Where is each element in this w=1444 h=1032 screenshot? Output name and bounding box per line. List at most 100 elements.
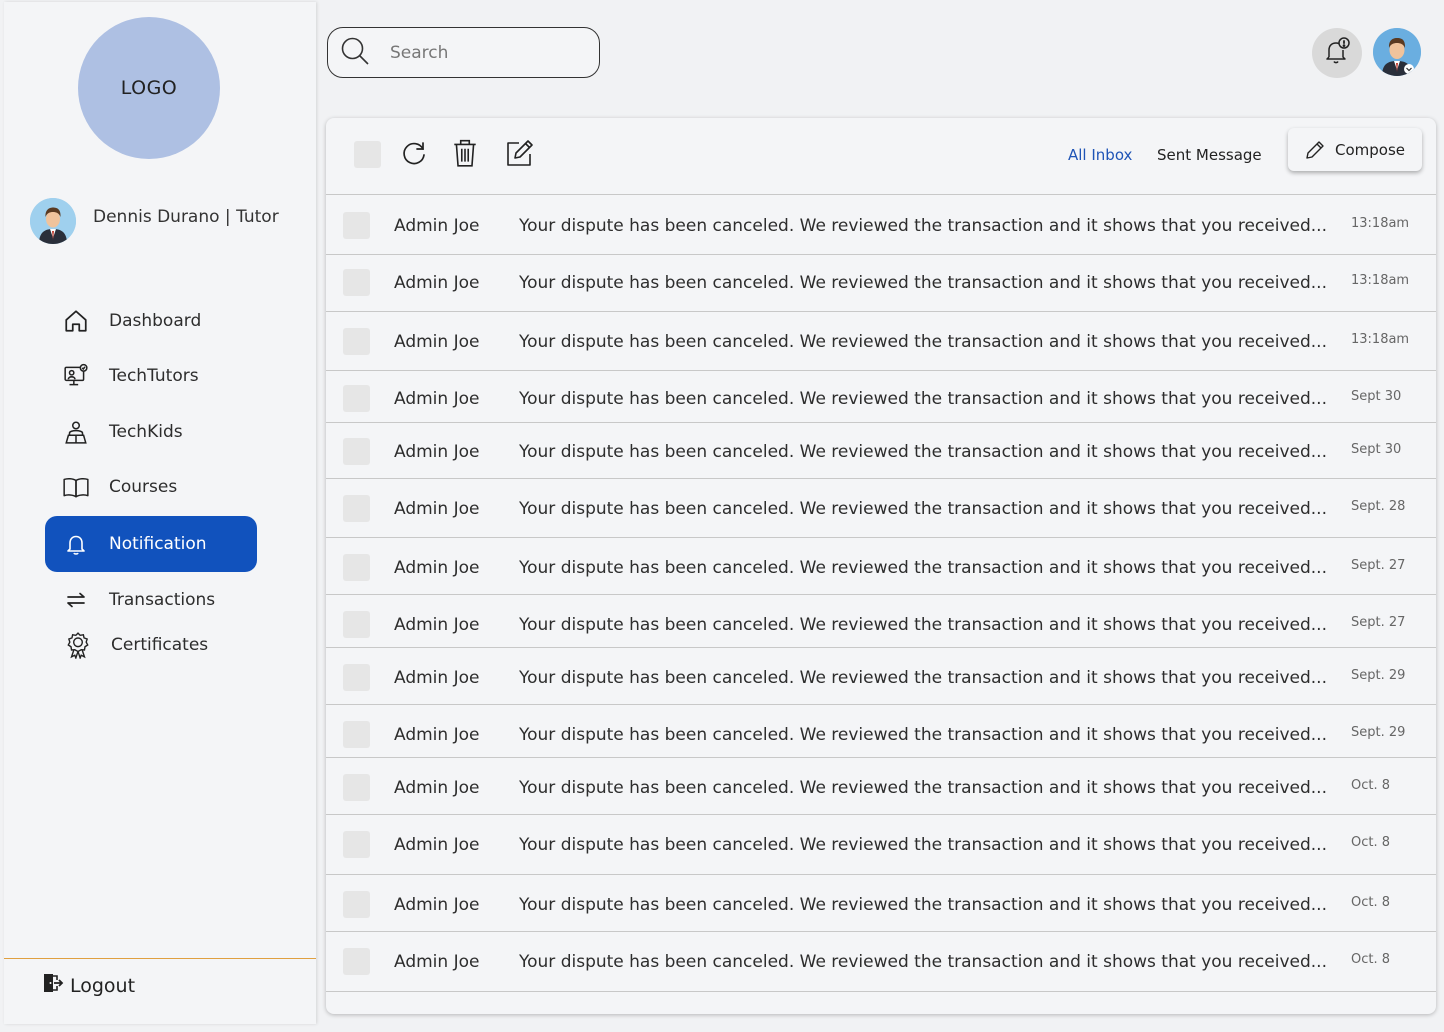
user-avatar[interactable]: [30, 198, 76, 244]
row-checkbox[interactable]: [343, 774, 370, 801]
message-sender: Admin Joe: [394, 725, 480, 745]
message-preview: Your dispute has been canceled. We revie…: [519, 725, 1327, 745]
logout-button[interactable]: Logout: [42, 972, 135, 999]
message-sender: Admin Joe: [394, 952, 480, 972]
message-time: Oct. 8: [1351, 895, 1391, 910]
sidebar-item-notification[interactable]: Notification: [45, 516, 257, 572]
inbox-toolbar: All Inbox Sent Message Compose: [326, 118, 1436, 195]
message-sender: Admin Joe: [394, 389, 480, 409]
sidebar: LOGO Dennis Durano | Tutor Dashboard Tec…: [4, 2, 316, 1024]
row-checkbox[interactable]: [343, 611, 370, 638]
message-row[interactable]: Admin Joe Your dispute has been canceled.…: [326, 877, 1436, 932]
message-time: 13:18am: [1351, 216, 1410, 231]
message-row[interactable]: Admin Joe Your dispute has been canceled.…: [326, 540, 1436, 595]
message-sender: Admin Joe: [394, 216, 480, 236]
sidebar-item-techtutors[interactable]: TechTutors: [45, 348, 257, 404]
message-preview: Your dispute has been canceled. We revie…: [519, 835, 1327, 855]
sidebar-item-label: Dashboard: [109, 311, 202, 331]
tutor-icon: [61, 361, 91, 391]
message-time: Sept. 27: [1351, 615, 1406, 630]
message-preview: Your dispute has been canceled. We revie…: [519, 778, 1327, 798]
sidebar-item-label: Transactions: [109, 590, 216, 610]
message-sender: Admin Joe: [394, 499, 480, 519]
trash-icon[interactable]: [450, 138, 480, 168]
row-checkbox[interactable]: [343, 269, 370, 296]
message-preview: Your dispute has been canceled. We revie…: [519, 952, 1327, 972]
row-checkbox[interactable]: [343, 554, 370, 581]
refresh-icon[interactable]: [400, 138, 430, 168]
sidebar-item-label: TechTutors: [109, 366, 199, 386]
message-row[interactable]: Admin Joe Your dispute has been canceled.…: [326, 934, 1436, 992]
message-time: Sept 30: [1351, 442, 1402, 457]
message-row[interactable]: Admin Joe Your dispute has been canceled.…: [326, 255, 1436, 312]
row-checkbox[interactable]: [343, 438, 370, 465]
sidebar-item-certificates[interactable]: Certificates: [47, 617, 259, 673]
logo[interactable]: LOGO: [78, 17, 220, 159]
certificate-icon: [63, 630, 93, 660]
message-sender: Admin Joe: [394, 273, 480, 293]
pencil-icon: [1305, 140, 1325, 160]
search-input[interactable]: [390, 42, 570, 63]
message-row[interactable]: Admin Joe Your dispute has been canceled.…: [326, 760, 1436, 815]
message-sender: Admin Joe: [394, 558, 480, 578]
row-checkbox[interactable]: [343, 385, 370, 412]
row-checkbox[interactable]: [343, 212, 370, 239]
message-preview: Your dispute has been canceled. We revie…: [519, 273, 1327, 293]
message-sender: Admin Joe: [394, 615, 480, 635]
message-row[interactable]: Admin Joe Your dispute has been canceled.…: [326, 817, 1436, 875]
message-sender: Admin Joe: [394, 778, 480, 798]
message-time: Sept. 29: [1351, 668, 1406, 683]
logo-text: LOGO: [120, 77, 178, 99]
sidebar-item-label: Notification: [109, 534, 207, 554]
message-preview: Your dispute has been canceled. We revie…: [519, 332, 1327, 352]
message-row[interactable]: Admin Joe Your dispute has been canceled.…: [326, 707, 1436, 758]
row-checkbox[interactable]: [343, 891, 370, 918]
select-all-checkbox[interactable]: [354, 141, 381, 168]
message-preview: Your dispute has been canceled. We revie…: [519, 895, 1327, 915]
message-row[interactable]: Admin Joe Your dispute has been canceled.…: [326, 424, 1436, 479]
message-time: Oct. 8: [1351, 835, 1391, 850]
message-time: 13:18am: [1351, 273, 1410, 288]
message-preview: Your dispute has been canceled. We revie…: [519, 558, 1327, 578]
row-checkbox[interactable]: [343, 721, 370, 748]
sidebar-item-dashboard[interactable]: Dashboard: [45, 293, 257, 349]
tab-sent-message[interactable]: Sent Message: [1157, 146, 1262, 164]
sidebar-divider: [4, 958, 316, 959]
message-row[interactable]: Admin Joe Your dispute has been canceled.…: [326, 481, 1436, 538]
bell-icon: [61, 529, 91, 559]
message-time: Oct. 8: [1351, 778, 1391, 793]
message-sender: Admin Joe: [394, 895, 480, 915]
notification-button[interactable]: [1312, 28, 1362, 78]
message-row[interactable]: Admin Joe Your dispute has been canceled.…: [326, 597, 1436, 648]
message-row[interactable]: Admin Joe Your dispute has been canceled.…: [326, 650, 1436, 705]
transfer-icon: [61, 585, 91, 615]
logout-label: Logout: [70, 974, 136, 997]
compose-button[interactable]: Compose: [1288, 128, 1422, 171]
tab-all-inbox[interactable]: All Inbox: [1068, 146, 1132, 164]
sidebar-item-label: Courses: [109, 477, 178, 497]
profile-avatar[interactable]: [1373, 28, 1421, 76]
user-name: Dennis Durano | Tutor: [93, 207, 279, 227]
row-checkbox[interactable]: [343, 495, 370, 522]
row-checkbox[interactable]: [343, 948, 370, 975]
message-time: Sept 30: [1351, 389, 1402, 404]
row-checkbox[interactable]: [343, 831, 370, 858]
row-checkbox[interactable]: [343, 328, 370, 355]
search-bar[interactable]: [327, 27, 600, 78]
message-row[interactable]: Admin Joe Your dispute has been canceled.…: [326, 198, 1436, 255]
kids-icon: [61, 417, 91, 447]
message-preview: Your dispute has been canceled. We revie…: [519, 389, 1327, 409]
compose-label: Compose: [1334, 140, 1405, 159]
sidebar-item-techkids[interactable]: TechKids: [45, 404, 257, 460]
message-preview: Your dispute has been canceled. We revie…: [519, 442, 1327, 462]
message-time: 13:18am: [1351, 332, 1410, 347]
message-row[interactable]: Admin Joe Your dispute has been canceled.…: [326, 371, 1436, 423]
row-checkbox[interactable]: [343, 664, 370, 691]
edit-icon[interactable]: [505, 138, 535, 168]
message-time: Sept. 27: [1351, 558, 1406, 573]
sidebar-item-courses[interactable]: Courses: [45, 459, 257, 515]
sidebar-item-label: TechKids: [109, 422, 183, 442]
message-sender: Admin Joe: [394, 835, 480, 855]
message-row[interactable]: Admin Joe Your dispute has been canceled.…: [326, 314, 1436, 371]
book-icon: [61, 472, 91, 502]
